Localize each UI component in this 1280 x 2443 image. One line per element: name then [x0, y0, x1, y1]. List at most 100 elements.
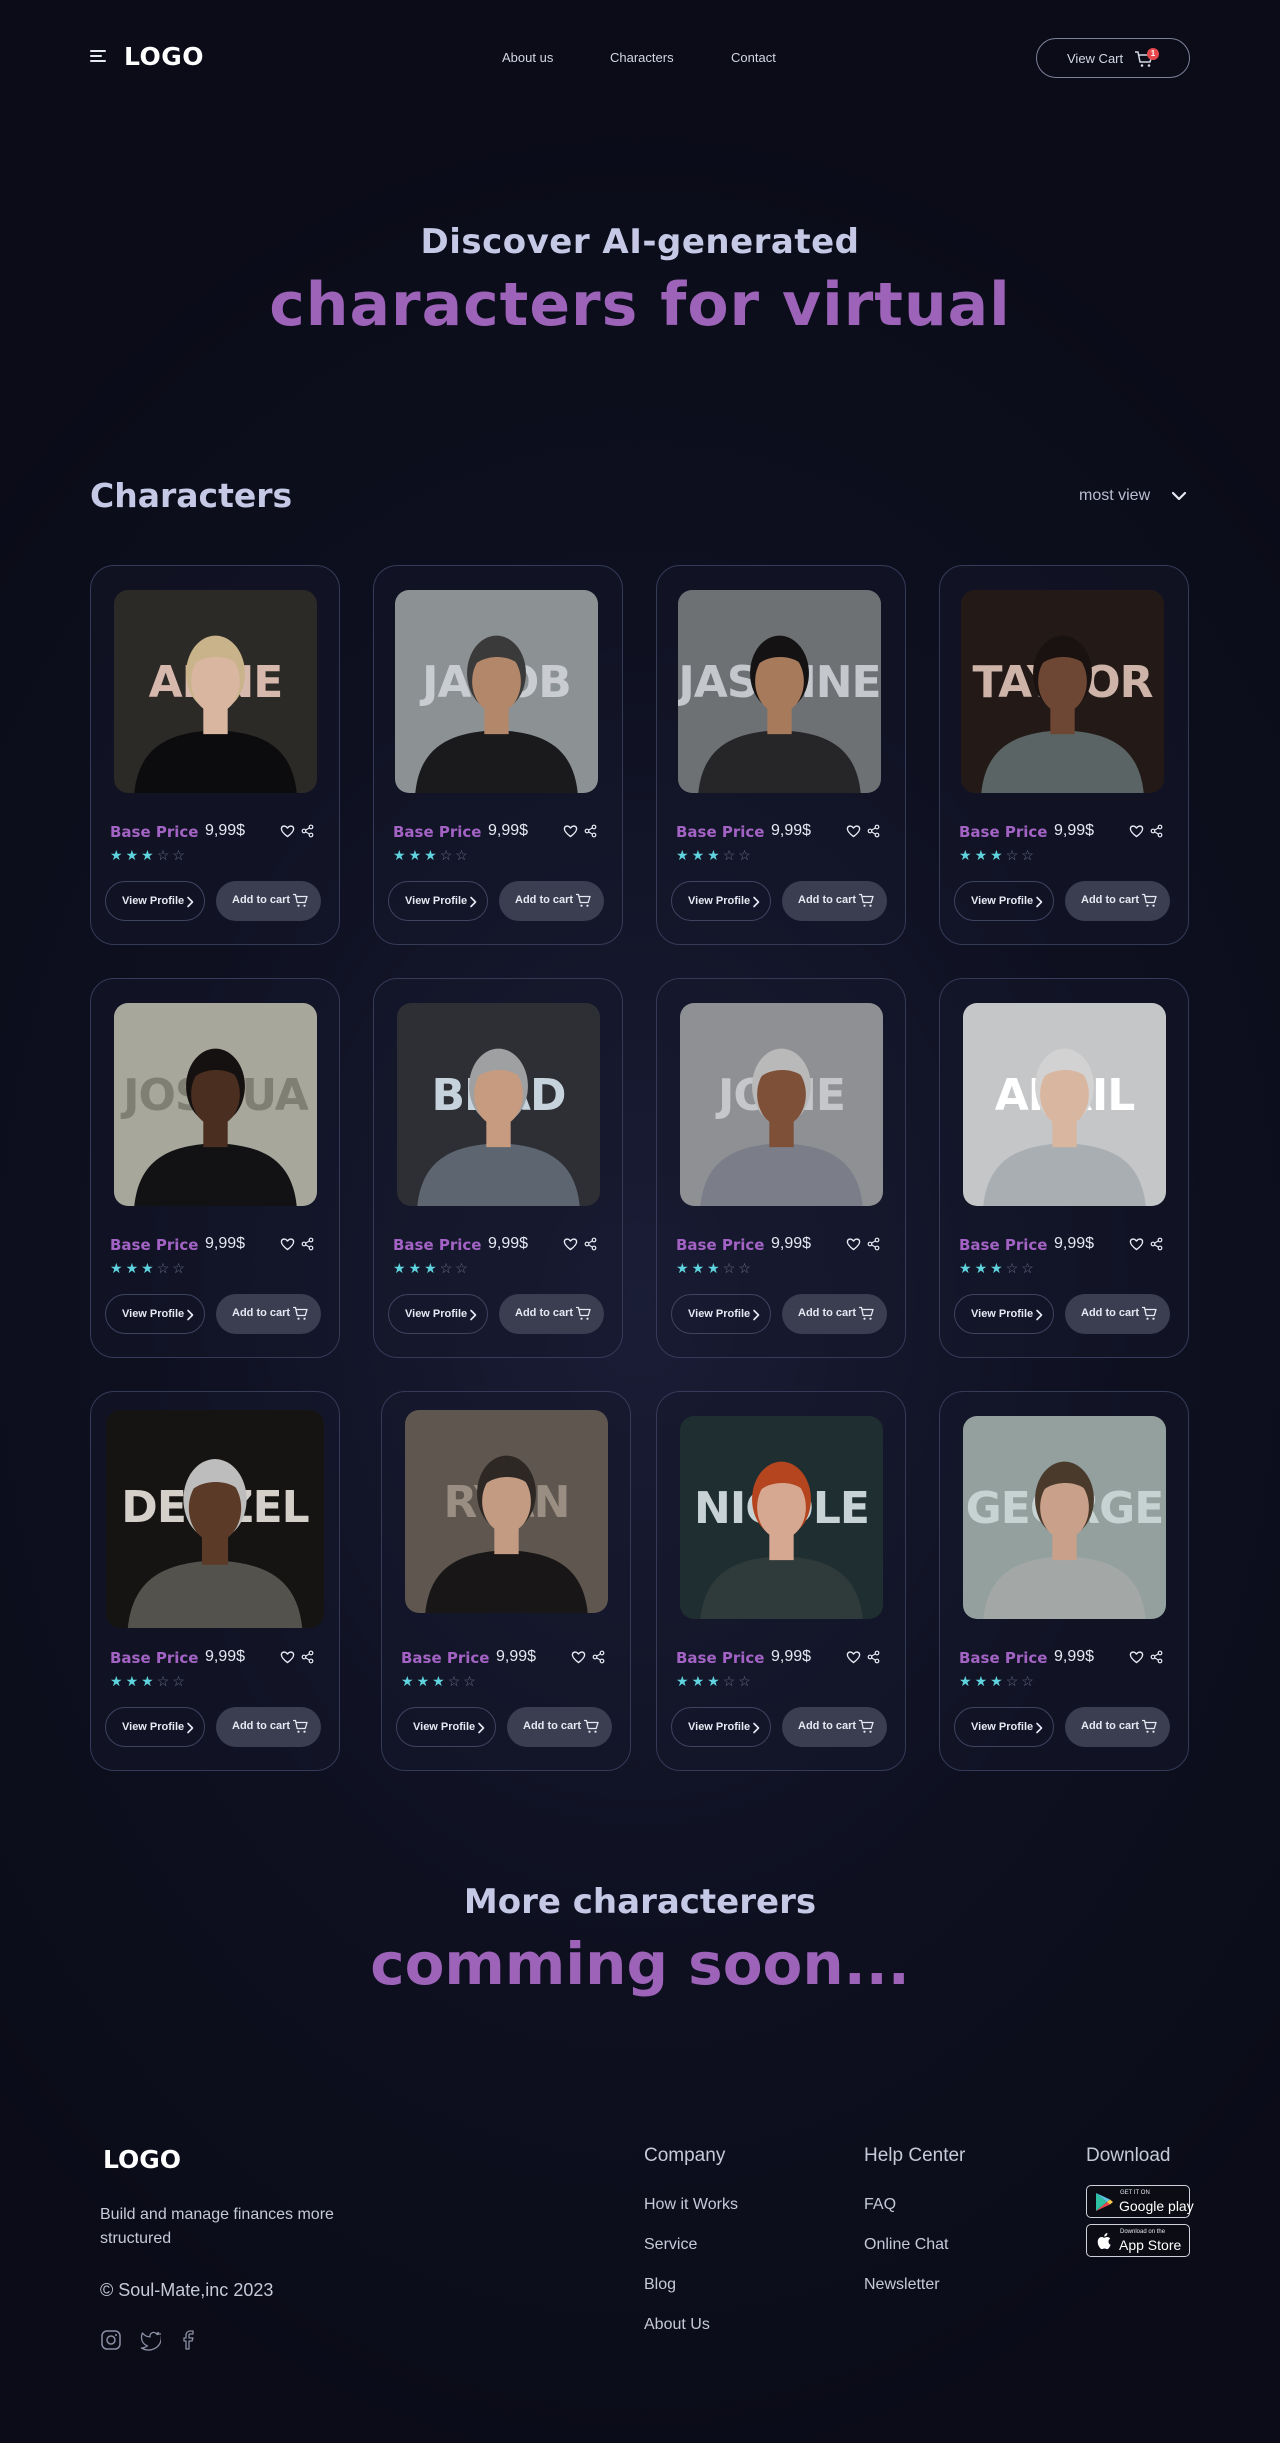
- character-photo[interactable]: BRAD: [397, 1003, 600, 1206]
- character-card[interactable]: APRIL Base Price 9,99$ ★★★☆☆: [939, 978, 1189, 1358]
- add-to-cart-button[interactable]: Add to cart: [1065, 1294, 1170, 1334]
- star-empty-icon: ☆: [738, 1260, 754, 1276]
- add-to-cart-button[interactable]: Add to cart: [782, 881, 887, 921]
- add-to-cart-button[interactable]: Add to cart: [499, 1294, 604, 1334]
- character-photo[interactable]: TAYLOR: [961, 590, 1164, 793]
- star-rating: ★★★☆☆: [110, 847, 188, 864]
- instagram-icon[interactable]: [100, 2329, 122, 2351]
- add-to-cart-button[interactable]: Add to cart: [216, 1294, 321, 1334]
- share-icon[interactable]: [867, 1650, 880, 1664]
- heart-icon[interactable]: [1129, 824, 1144, 838]
- add-to-cart-button[interactable]: Add to cart: [782, 1294, 887, 1334]
- character-photo[interactable]: JACOB: [395, 590, 598, 793]
- character-photo[interactable]: JOSIE: [680, 1003, 883, 1206]
- share-icon[interactable]: [584, 1237, 597, 1251]
- heart-icon[interactable]: [846, 824, 861, 838]
- character-photo[interactable]: NICOLE: [680, 1416, 883, 1619]
- footer-link-faq[interactable]: FAQ: [864, 2196, 896, 2214]
- view-profile-button[interactable]: View Profile: [671, 1707, 771, 1747]
- add-to-cart-button[interactable]: Add to cart: [1065, 1707, 1170, 1747]
- view-profile-button[interactable]: View Profile: [671, 881, 771, 921]
- add-to-cart-button[interactable]: Add to cart: [216, 1707, 321, 1747]
- add-to-cart-button[interactable]: Add to cart: [1065, 881, 1170, 921]
- view-profile-button[interactable]: View Profile: [954, 1294, 1054, 1334]
- footer-link-about-us[interactable]: About Us: [644, 2316, 710, 2334]
- share-icon[interactable]: [1150, 1237, 1163, 1251]
- share-icon[interactable]: [592, 1650, 605, 1664]
- add-to-cart-button[interactable]: Add to cart: [507, 1707, 612, 1747]
- share-icon[interactable]: [1150, 1650, 1163, 1664]
- heart-icon[interactable]: [571, 1650, 586, 1664]
- cart-icon: [293, 1306, 308, 1320]
- app-store-badge[interactable]: Download on the App Store: [1086, 2224, 1190, 2257]
- view-profile-button[interactable]: View Profile: [954, 1707, 1054, 1747]
- heart-icon[interactable]: [846, 1650, 861, 1664]
- view-profile-button[interactable]: View Profile: [105, 881, 205, 921]
- character-card[interactable]: ANNE Base Price 9,99$ ★★★☆☆: [90, 565, 340, 945]
- view-profile-button[interactable]: View Profile: [105, 1707, 205, 1747]
- chevron-down-icon[interactable]: [1170, 489, 1188, 503]
- character-photo[interactable]: JASMINE: [678, 590, 881, 793]
- nav-contact[interactable]: Contact: [731, 50, 776, 65]
- character-card[interactable]: DENZEL Base Price 9,99$ ★★★☆☆: [90, 1391, 340, 1771]
- character-card[interactable]: JOSIE Base Price 9,99$ ★★★☆☆: [656, 978, 906, 1358]
- view-profile-button[interactable]: View Profile: [396, 1707, 496, 1747]
- character-photo[interactable]: DENZEL: [106, 1410, 324, 1628]
- footer-link-newsletter[interactable]: Newsletter: [864, 2276, 940, 2294]
- heart-icon[interactable]: [563, 824, 578, 838]
- view-profile-button[interactable]: View Profile: [954, 881, 1054, 921]
- character-card[interactable]: RYAN Base Price 9,99$ ★★★☆☆: [381, 1391, 631, 1771]
- character-photo[interactable]: RYAN: [405, 1410, 608, 1613]
- view-profile-button[interactable]: View Profile: [388, 881, 488, 921]
- heart-icon[interactable]: [563, 1237, 578, 1251]
- logo[interactable]: LOGO: [124, 42, 204, 71]
- share-icon[interactable]: [867, 824, 880, 838]
- view-profile-button[interactable]: View Profile: [105, 1294, 205, 1334]
- footer-link-online-chat[interactable]: Online Chat: [864, 2236, 949, 2254]
- heart-icon[interactable]: [1129, 1650, 1144, 1664]
- share-icon[interactable]: [1150, 824, 1163, 838]
- google-play-badge[interactable]: GET IT ON Google play: [1086, 2185, 1194, 2218]
- share-icon[interactable]: [584, 824, 597, 838]
- share-icon[interactable]: [867, 1237, 880, 1251]
- view-profile-button[interactable]: View Profile: [388, 1294, 488, 1334]
- star-filled-icon: ★: [990, 847, 1006, 863]
- share-icon[interactable]: [301, 1650, 314, 1664]
- character-card[interactable]: GEORGE Base Price 9,99$ ★★★☆☆: [939, 1391, 1189, 1771]
- footer-logo[interactable]: LOGO: [103, 2145, 181, 2174]
- character-photo[interactable]: JOSHUA: [114, 1003, 317, 1206]
- share-icon[interactable]: [301, 824, 314, 838]
- base-price-label: Base Price: [959, 1236, 1048, 1254]
- facebook-icon[interactable]: [179, 2329, 201, 2351]
- add-to-cart-button[interactable]: Add to cart: [216, 881, 321, 921]
- character-photo[interactable]: GEORGE: [963, 1416, 1166, 1619]
- character-photo[interactable]: APRIL: [963, 1003, 1166, 1206]
- menu-icon[interactable]: [90, 50, 108, 64]
- share-icon[interactable]: [301, 1237, 314, 1251]
- character-photo[interactable]: ANNE: [114, 590, 317, 793]
- character-card[interactable]: TAYLOR Base Price 9,99$ ★★★☆☆: [939, 565, 1189, 945]
- character-card[interactable]: NICOLE Base Price 9,99$ ★★★☆☆: [656, 1391, 906, 1771]
- twitter-icon[interactable]: [139, 2329, 161, 2351]
- sort-dropdown[interactable]: most view: [1079, 487, 1150, 505]
- footer-link-how-it-works[interactable]: How it Works: [644, 2196, 738, 2214]
- character-card[interactable]: JOSHUA Base Price 9,99$ ★★★☆☆: [90, 978, 340, 1358]
- star-filled-icon: ★: [401, 1673, 417, 1689]
- footer-link-blog[interactable]: Blog: [644, 2276, 676, 2294]
- nav-characters[interactable]: Characters: [610, 50, 674, 65]
- character-card[interactable]: JACOB Base Price 9,99$ ★★★☆☆: [373, 565, 623, 945]
- heart-icon[interactable]: [280, 824, 295, 838]
- heart-icon[interactable]: [280, 1650, 295, 1664]
- add-to-cart-button[interactable]: Add to cart: [499, 881, 604, 921]
- add-to-cart-button[interactable]: Add to cart: [782, 1707, 887, 1747]
- heart-icon[interactable]: [280, 1237, 295, 1251]
- heart-icon[interactable]: [846, 1237, 861, 1251]
- character-card[interactable]: JASMINE Base Price 9,99$ ★★★☆☆: [656, 565, 906, 945]
- view-cart-button[interactable]: View Cart 1: [1036, 38, 1190, 78]
- footer-link-service[interactable]: Service: [644, 2236, 697, 2254]
- character-card[interactable]: BRAD Base Price 9,99$ ★★★☆☆: [373, 978, 623, 1358]
- heart-icon[interactable]: [1129, 1237, 1144, 1251]
- hero-title: characters for virtual: [269, 270, 1011, 340]
- view-profile-button[interactable]: View Profile: [671, 1294, 771, 1334]
- nav-about-us[interactable]: About us: [502, 50, 553, 65]
